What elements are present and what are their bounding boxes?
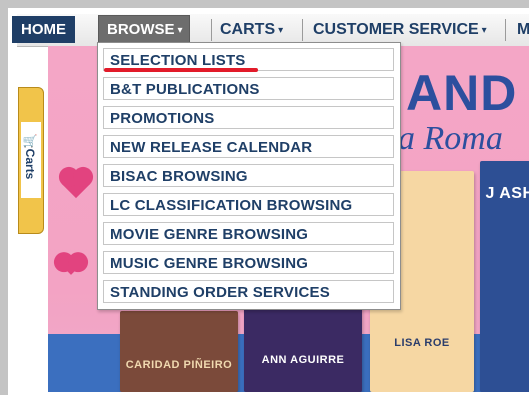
nav-more[interactable]: M — [517, 17, 529, 43]
banner-title: AND — [406, 65, 518, 121]
carts-tab-label: 🛒Carts — [23, 134, 37, 179]
nav-browse[interactable]: BROWSE ▾ — [98, 15, 190, 44]
book-cover[interactable]: J ASH — [480, 161, 529, 392]
chevron-down-icon: ▾ — [278, 25, 284, 36]
menu-item-bt-publications[interactable]: B&T PUBLICATIONS — [103, 77, 394, 100]
menu-item-bisac-browsing[interactable]: BISAC BROWSING — [103, 164, 394, 187]
menu-item-music-genre[interactable]: MUSIC GENRE BROWSING — [103, 251, 394, 274]
cart-icon: 🛒 — [23, 134, 37, 149]
nav-customer-service-label: CUSTOMER SERVICE — [313, 21, 479, 38]
menu-item-new-release-calendar[interactable]: NEW RELEASE CALENDAR — [103, 135, 394, 158]
nav-customer-service[interactable]: CUSTOMER SERVICE ▾ — [313, 17, 487, 43]
menu-item-standing-order[interactable]: STANDING ORDER SERVICES — [103, 280, 394, 303]
book-cover[interactable]: ANN AGUIRRE — [244, 301, 362, 392]
book-author: ANN AGUIRRE — [261, 354, 345, 366]
browse-dropdown-menu: SELECTION LISTS B&T PUBLICATIONS PROMOTI… — [97, 42, 401, 310]
nav-separator — [211, 19, 212, 41]
book-author: LISA ROE — [394, 337, 450, 349]
highlight-underline — [104, 68, 258, 72]
carts-side-tab[interactable]: 🛒Carts — [18, 87, 44, 234]
nav-browse-label: BROWSE — [107, 21, 175, 38]
window-frame-top — [0, 0, 529, 8]
nav-home[interactable]: HOME — [12, 16, 75, 43]
heart-icon — [61, 169, 91, 199]
menu-item-promotions[interactable]: PROMOTIONS — [103, 106, 394, 129]
heart-icon — [61, 255, 81, 275]
menu-item-lc-classification[interactable]: LC CLASSIFICATION BROWSING — [103, 193, 394, 216]
nav-separator — [505, 19, 506, 41]
banner-subtitle: a Roma — [398, 120, 503, 157]
chevron-down-icon: ▾ — [177, 25, 183, 36]
window-frame-left — [0, 0, 8, 395]
carts-tab-text: Carts — [23, 148, 37, 180]
chevron-down-icon: ▾ — [481, 25, 487, 36]
nav-carts[interactable]: CARTS ▾ — [220, 17, 283, 43]
book-author: J ASH — [485, 185, 529, 202]
book-cover[interactable]: CARIDAD PIÑEIRO — [120, 311, 238, 392]
nav-carts-label: CARTS — [220, 21, 276, 38]
nav-separator — [302, 19, 303, 41]
book-author: CARIDAD PIÑEIRO — [125, 359, 233, 371]
menu-item-movie-genre[interactable]: MOVIE GENRE BROWSING — [103, 222, 394, 245]
